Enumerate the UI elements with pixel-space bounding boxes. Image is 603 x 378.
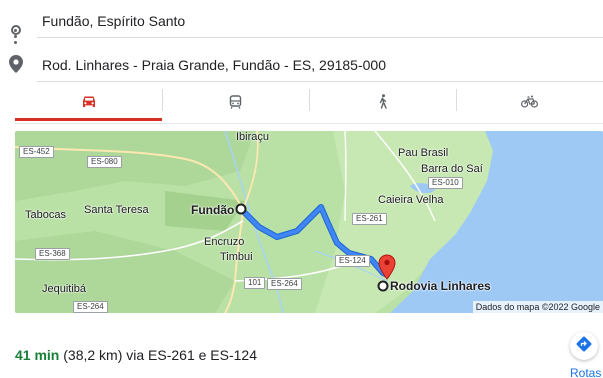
road-shield-es080: ES-080 — [87, 156, 122, 168]
tabs-divider — [15, 123, 603, 124]
directions-icon — [576, 336, 592, 357]
route-summary[interactable]: 41 min (38,2 km) via ES-261 e ES-124 — [15, 347, 257, 363]
map-place-ibiracu: Ibiraçu — [236, 131, 270, 143]
map-place-fundao[interactable]: Fundão — [191, 203, 234, 217]
route-start-marker[interactable] — [235, 203, 247, 215]
map-place-santa-teresa: Santa Teresa — [84, 204, 149, 216]
map-place-caieira-velha: Caieira Velha — [378, 194, 444, 206]
map-place-jequitiba: Jequitibá — [42, 283, 87, 295]
destination-input[interactable]: Rod. Linhares - Praia Grande, Fundão - E… — [42, 56, 386, 74]
road-shield-es261: ES-261 — [352, 213, 387, 225]
route-duration: 41 min — [15, 347, 60, 363]
map-place-pau-brasil: Pau Brasil — [398, 147, 449, 159]
tab-transit[interactable] — [162, 85, 309, 123]
road-shield-es264-east: ES-264 — [267, 278, 302, 290]
map-place-tabocas: Tabocas — [25, 209, 66, 221]
directions-label[interactable]: Rotas — [570, 366, 601, 378]
road-shield-es452: ES-452 — [19, 146, 54, 158]
map-place-barra-do-sai: Barra do Saí — [421, 163, 483, 175]
road-shield-101: 101 — [244, 277, 266, 289]
destination-divider — [37, 81, 603, 82]
route-end-marker[interactable] — [377, 280, 389, 292]
destination-pin-icon — [9, 55, 23, 78]
map-place-encruzo: Encruzo — [204, 236, 245, 248]
road-shield-es368: ES-368 — [35, 248, 70, 260]
bicycle-icon — [520, 95, 538, 113]
car-icon — [81, 95, 97, 114]
destination-row[interactable]: Rod. Linhares - Praia Grande, Fundão - E… — [0, 56, 603, 86]
directions-button[interactable] — [570, 332, 598, 360]
road-shield-es264-west: ES-264 — [73, 301, 108, 313]
origin-row[interactable]: Fundão, Espírito Santo — [0, 12, 603, 42]
tab-walking[interactable] — [309, 85, 456, 123]
origin-divider — [37, 37, 603, 38]
route-dots-icon — [14, 29, 18, 47]
tab-driving[interactable] — [15, 85, 162, 123]
route-map[interactable]: Ibiraçu Pau Brasil Barra do Saí Caieira … — [15, 131, 603, 313]
transit-icon — [229, 94, 242, 114]
road-shield-es124: ES-124 — [335, 255, 370, 267]
travel-mode-tabs — [15, 85, 603, 123]
tab-cycling[interactable] — [456, 85, 603, 123]
map-credit: Dados do mapa ©2022 Google — [472, 301, 603, 313]
route-details: (38,2 km) via ES-261 e ES-124 — [59, 347, 258, 363]
map-place-rodovia-linhares[interactable]: Rodovia Linhares — [390, 279, 491, 293]
map-place-timbui: Timbui — [220, 251, 253, 263]
walk-icon — [377, 94, 389, 114]
origin-input[interactable]: Fundão, Espírito Santo — [42, 12, 185, 30]
road-shield-es010: ES-010 — [428, 177, 463, 189]
